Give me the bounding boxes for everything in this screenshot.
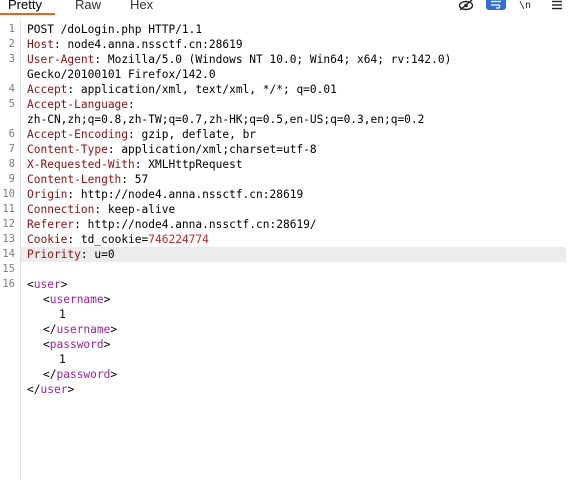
line-number: 13: [2, 233, 15, 245]
header-value: 57: [134, 173, 149, 186]
xml-line: <user>: [27, 278, 68, 291]
xml-line: </password>: [43, 368, 118, 381]
menu-icon[interactable]: [550, 0, 564, 12]
xml-tag: password: [49, 338, 104, 351]
xml-line: <password>: [43, 338, 111, 351]
header-line: X-Requested-With: XMLHttpRequest: [27, 158, 243, 171]
header-line: Origin: http://node4.anna.nssctf.cn:2861…: [27, 188, 304, 201]
xml-text: 1: [59, 353, 66, 366]
line-number: 15: [2, 263, 15, 275]
header-value: u=0: [94, 248, 115, 261]
header-line: Cookie: td_cookie=746224774: [27, 233, 209, 246]
xml-line: <username>: [43, 293, 111, 306]
newline-icon[interactable]: \n: [518, 0, 532, 12]
xml-text: 1: [59, 308, 66, 321]
header-line: Connection: keep-alive: [27, 203, 176, 216]
header-value: gzip, deflate, br: [141, 128, 257, 141]
line-number: 16: [2, 278, 15, 290]
header-name: Connection: [27, 203, 95, 216]
header-name: User-Agent: [27, 53, 95, 66]
xml-tag: username: [49, 293, 104, 306]
header-value: keep-alive: [107, 203, 176, 216]
header-line: Host: node4.anna.nssctf.cn:28619: [27, 38, 243, 51]
xml-tag: password: [56, 368, 111, 381]
header-line: Referer: http://node4.anna.nssctf.cn:286…: [27, 218, 317, 231]
header-name: Accept-Encoding: [27, 128, 129, 141]
header-name: Referer: [27, 218, 75, 231]
header-line: Accept-Language:: [27, 98, 135, 111]
header-value: Mozilla/5.0 (Windows NT 10.0; Win64; x64…: [107, 53, 452, 66]
header-line: Accept-Encoding: gzip, deflate, br: [27, 128, 257, 141]
header-line: Content-Type: application/xml;charset=ut…: [27, 143, 317, 156]
header-value: XMLHttpRequest: [148, 158, 243, 171]
header-value: node4.anna.nssctf.cn:28619: [67, 38, 243, 51]
header-name: Content-Length: [27, 173, 122, 186]
cookie-name: td_cookie=: [80, 233, 149, 246]
header-continuation: zh-CN,zh;q=0.8,zh-TW;q=0.7,zh-HK;q=0.5,e…: [27, 113, 425, 126]
tab-pretty[interactable]: Pretty: [8, 0, 42, 13]
header-line: Content-Length: 57: [27, 173, 149, 186]
header-name: Accept-Language: [27, 98, 129, 111]
header-value: http://node4.anna.nssctf.cn:28619/: [87, 218, 317, 231]
header-continuation: Gecko/20100101 Firefox/142.0: [27, 68, 216, 81]
line-number: 12: [2, 218, 15, 230]
line-number: 9: [8, 173, 15, 185]
header-line: User-Agent: Mozilla/5.0 (Windows NT 10.0…: [27, 53, 452, 66]
message-editor-tabbar: Pretty Raw Hex \n: [0, 0, 575, 15]
request-line: POST /doLogin.php HTTP/1.1: [27, 23, 203, 36]
line-number: 1: [8, 23, 15, 35]
xml-tag: username: [56, 323, 111, 336]
line-number: 14: [2, 248, 15, 260]
svg-text:\n: \n: [519, 0, 531, 11]
header-line: Priority: u=0: [27, 248, 115, 261]
line-number: 2: [8, 38, 15, 50]
header-name: Cookie: [27, 233, 68, 246]
header-name: Priority: [27, 248, 81, 261]
header-name: Accept: [27, 83, 68, 96]
xml-line: </user>: [27, 383, 75, 396]
header-line: Accept: application/xml, text/xml, */*; …: [27, 83, 337, 96]
active-tab-indicator: [0, 13, 55, 15]
wrap-icon[interactable]: [486, 0, 506, 10]
xml-tag: user: [40, 383, 68, 396]
line-number: 10: [2, 188, 15, 200]
header-name: Origin: [27, 188, 68, 201]
eye-slash-icon[interactable]: [457, 0, 475, 12]
line-number: 5: [8, 98, 15, 110]
header-name: Content-Type: [27, 143, 108, 156]
line-number: 6: [8, 128, 15, 140]
xml-line: </username>: [43, 323, 118, 336]
cookie-value: 746224774: [148, 233, 209, 246]
line-number: 3: [8, 53, 15, 65]
line-number: 8: [8, 158, 15, 170]
header-name: Host: [27, 38, 54, 51]
tab-hex[interactable]: Hex: [130, 0, 153, 13]
xml-tag: user: [33, 278, 61, 291]
header-value: application/xml;charset=utf-8: [121, 143, 317, 156]
header-value: http://node4.anna.nssctf.cn:28619: [80, 188, 304, 201]
line-number: 11: [2, 203, 15, 215]
line-number: 4: [8, 83, 15, 95]
header-value: application/xml, text/xml, */*; q=0.01: [80, 83, 337, 96]
header-name: X-Requested-With: [27, 158, 135, 171]
line-number: 7: [8, 143, 15, 155]
tab-raw[interactable]: Raw: [75, 0, 101, 13]
line-number-gutter: 1 2 3 4 5 6 7 8 9 10 11 12 13 14 15 16: [0, 20, 21, 480]
